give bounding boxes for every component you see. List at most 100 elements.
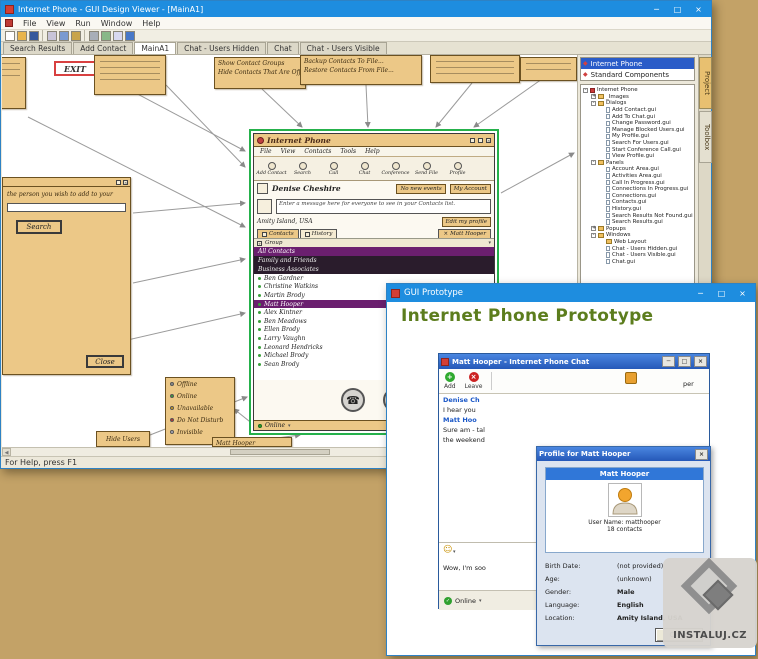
sketch-note[interactable] — [520, 57, 577, 81]
expander-icon[interactable]: + — [257, 241, 262, 246]
tree-item[interactable]: Connections.gui — [581, 193, 694, 200]
mockup-toolbar-item[interactable]: Call — [318, 162, 349, 176]
tree-item[interactable]: Start Conference Call.gui — [581, 146, 694, 153]
tree-item[interactable]: - Dialogs — [581, 100, 694, 107]
tree-item[interactable]: Account Area.gui — [581, 166, 694, 173]
print-icon[interactable] — [89, 31, 99, 41]
tree-expander-icon[interactable] — [599, 127, 604, 132]
sketch-note[interactable] — [2, 57, 26, 109]
tree-expander-icon[interactable] — [599, 246, 604, 251]
chat-tab-matt-hooper[interactable]: ×Matt Hooper — [438, 229, 491, 238]
close-button[interactable]: × — [690, 5, 707, 14]
mockup-menu-item[interactable]: Contacts — [304, 148, 331, 155]
contacts-menu-note[interactable]: Show Contact GroupsHide Contacts That Ar… — [214, 57, 306, 89]
project-list-item[interactable]: ◆ Internet Phone — [581, 58, 694, 69]
tree-expander-icon[interactable] — [599, 239, 604, 244]
document-tab[interactable]: MainA1 — [134, 42, 176, 54]
status-option[interactable]: Offline — [166, 378, 234, 390]
tree-item[interactable]: Chat.gui — [581, 258, 694, 265]
mockup-toolbar-item[interactable]: Add Contact — [256, 162, 287, 176]
status-list-note[interactable]: Offline Online Unavailable Do Not Distur… — [165, 377, 235, 445]
mockup-toolbar-item[interactable]: Search — [287, 162, 318, 176]
tree-item[interactable]: Manage Blocked Users.gui — [581, 127, 694, 134]
minimize-button[interactable]: ─ — [648, 5, 665, 14]
save-icon[interactable] — [29, 31, 39, 41]
document-tab[interactable]: Chat - Users Visible — [300, 42, 387, 54]
menu-item[interactable]: Window — [101, 19, 133, 28]
status-option[interactable]: Unavailable — [166, 402, 234, 414]
tree-expander-icon[interactable]: - — [591, 233, 596, 238]
new-icon[interactable] — [5, 31, 15, 41]
document-tab[interactable]: Search Results — [3, 42, 72, 54]
sketch-note[interactable] — [430, 55, 520, 83]
mockup-menu-item[interactable]: View — [281, 148, 296, 155]
tree-expander-icon[interactable]: - — [591, 101, 596, 106]
mockup-toolbar-item[interactable]: Profile — [442, 162, 473, 176]
add-button[interactable]: + Add — [444, 372, 456, 390]
tree-item[interactable]: Change Password.gui — [581, 120, 694, 127]
close-button[interactable]: Close — [86, 355, 124, 368]
separator[interactable] — [42, 30, 44, 41]
backup-menu-note[interactable]: Backup Contacts To File...Restore Contac… — [300, 55, 422, 85]
title-bar[interactable]: GUI Prototype ─ □ × — [387, 284, 755, 302]
tree-expander-icon[interactable] — [599, 200, 604, 205]
project-list-item[interactable]: ◆ Standard Components — [581, 69, 694, 80]
tree-expander-icon[interactable]: + — [591, 226, 596, 231]
document-tab[interactable]: Add Contact — [73, 42, 133, 54]
mockup-menu-item[interactable]: Tools — [340, 148, 356, 155]
scroll-left-icon[interactable]: ◀ — [2, 448, 11, 456]
dropdown-icon[interactable]: ▾ — [479, 598, 482, 604]
exit-note[interactable]: EXIT — [54, 61, 96, 76]
menu-sketch-note[interactable] — [94, 55, 166, 95]
chat-title-bar[interactable]: Matt Hooper - Internet Phone Chat ─ □ × — [439, 354, 709, 369]
document-tab[interactable]: Chat — [267, 42, 299, 54]
tree-expander-icon[interactable] — [599, 187, 604, 192]
tree-item[interactable]: Chat - Users Visible.gui — [581, 252, 694, 259]
cut-icon[interactable] — [47, 31, 57, 41]
tree-expander-icon[interactable] — [599, 147, 604, 152]
group-header[interactable]: Business Associates — [254, 265, 494, 274]
title-bar[interactable]: Internet Phone - GUI Design Viewer - [Ma… — [1, 1, 711, 17]
document-tab[interactable]: Chat - Users Hidden — [177, 42, 266, 54]
search-button[interactable]: Search — [16, 220, 62, 234]
search-input[interactable] — [7, 203, 126, 212]
minimize-button[interactable]: ─ — [692, 289, 709, 298]
mockup-toolbar-item[interactable]: Conference — [380, 162, 411, 176]
maximize-button[interactable]: □ — [678, 356, 691, 367]
minimize-button[interactable]: ─ — [662, 356, 675, 367]
scrollbar-thumb[interactable] — [230, 449, 330, 455]
tree-item[interactable]: My Profile.gui — [581, 133, 694, 140]
tree-expander-icon[interactable]: - — [583, 88, 588, 93]
grid-icon[interactable] — [101, 31, 111, 41]
tree-item[interactable]: Web Layout — [581, 239, 694, 246]
tree-item[interactable]: Add Contact.gui — [581, 107, 694, 114]
tree-expander-icon[interactable] — [599, 174, 604, 179]
contacts-tab[interactable]: Contacts — [257, 229, 299, 238]
mockup-menu-item[interactable]: Help — [365, 148, 380, 155]
call-button[interactable]: ☎ — [341, 388, 365, 412]
dropdown-icon[interactable]: ▾ — [453, 549, 456, 555]
status-option[interactable]: Do Not Disturb — [166, 414, 234, 426]
edit-profile-button[interactable]: Edit my profile — [442, 217, 491, 227]
dropdown-icon[interactable]: ▾ — [488, 240, 491, 246]
help-icon[interactable] — [125, 31, 135, 41]
tree-expander-icon[interactable] — [599, 206, 604, 211]
mockup-toolbar-item[interactable]: Chat — [349, 162, 380, 176]
maximize-button[interactable]: □ — [669, 5, 686, 14]
tree-expander-icon[interactable] — [599, 259, 604, 264]
status-option[interactable]: Online — [166, 390, 234, 402]
add-contact-sketch[interactable]: × the person you wish to add to your Sea… — [2, 177, 131, 375]
tree-item[interactable]: + _Images — [581, 94, 694, 101]
contact-row[interactable]: Ben Gardner — [254, 274, 494, 283]
tree-item[interactable]: Add To Chat.gui — [581, 113, 694, 120]
tree-item[interactable]: Contacts.gui — [581, 199, 694, 206]
tree-expander-icon[interactable] — [599, 121, 604, 126]
tree-expander-icon[interactable] — [599, 180, 604, 185]
tree-expander-icon[interactable] — [599, 154, 604, 159]
my-account-button[interactable]: My Account — [450, 184, 491, 194]
maximize-button[interactable]: □ — [713, 289, 730, 298]
tree-item[interactable]: Search Results.gui — [581, 219, 694, 226]
menu-item[interactable]: Help — [142, 19, 160, 28]
side-tab-project[interactable]: Project — [699, 57, 712, 109]
tree-item[interactable]: Call In Progress.gui — [581, 179, 694, 186]
